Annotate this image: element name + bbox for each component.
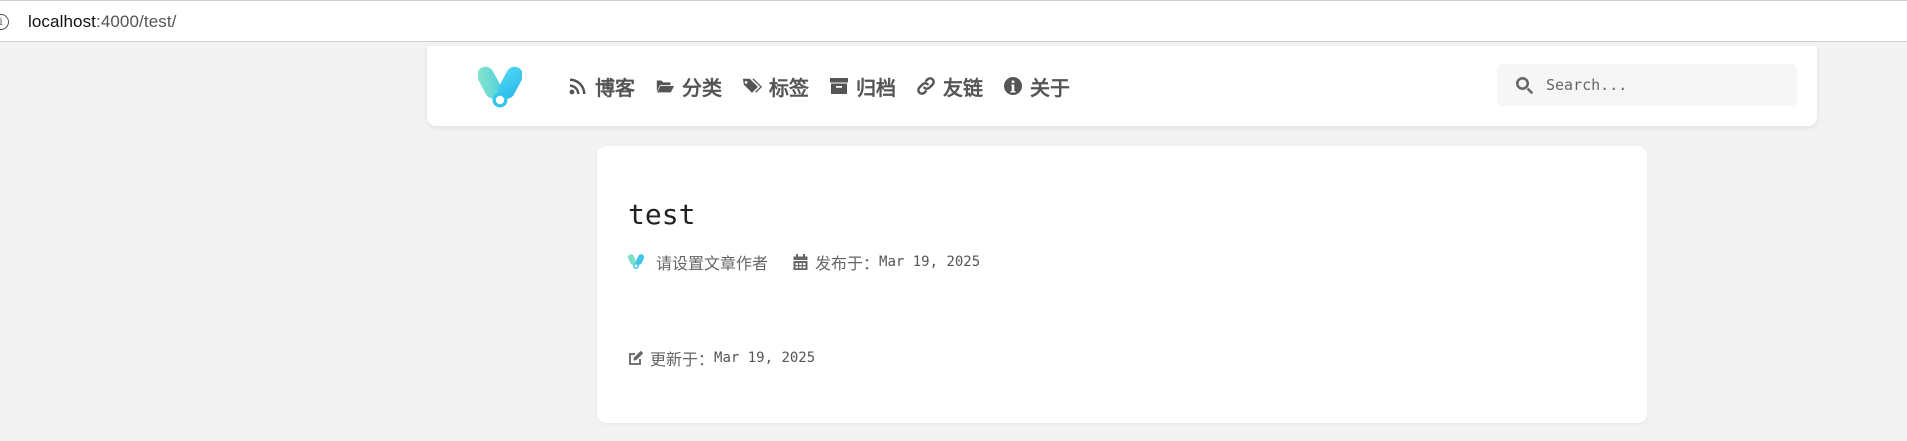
main-nav: 博客 分类 标签 归档 友链 关于 <box>568 46 1090 126</box>
url-host: localhost <box>28 12 96 31</box>
published-label: 发布于： <box>815 254 880 273</box>
author-avatar-icon <box>628 254 644 269</box>
archive-icon <box>830 78 848 94</box>
published-date: Mar 19, 2025 <box>879 254 981 270</box>
nav-item-categories[interactable]: 分类 <box>655 72 722 101</box>
nav-label-tags: 标签 <box>769 75 809 100</box>
updated-date: Mar 19, 2025 <box>714 350 816 366</box>
nav-label-blog: 博客 <box>595 75 635 100</box>
post-author: 请设置文章作者 <box>628 250 768 274</box>
info-circle-icon <box>1004 77 1023 95</box>
link-icon <box>917 77 935 95</box>
site-logo-icon[interactable] <box>478 66 522 110</box>
rss-icon <box>569 78 586 95</box>
nav-label-categories: 分类 <box>682 75 722 100</box>
post-card: test 请设置文章作者 发布于： Mar 19, 2025 更新于： Mar … <box>597 146 1647 423</box>
browser-address-bar[interactable]: i localhost:4000/test/ <box>0 0 1907 42</box>
nav-label-about: 关于 <box>1030 75 1070 100</box>
url-text[interactable]: localhost:4000/test/ <box>28 12 177 32</box>
tags-icon <box>742 78 762 93</box>
nav-label-archive: 归档 <box>856 75 896 100</box>
nav-item-blog[interactable]: 博客 <box>568 72 635 101</box>
nav-item-about[interactable]: 关于 <box>1003 72 1070 101</box>
search-box[interactable] <box>1497 64 1797 106</box>
search-icon <box>1516 77 1534 95</box>
search-input[interactable] <box>1546 76 1786 94</box>
url-path: :4000/test/ <box>96 12 177 31</box>
nav-item-archive[interactable]: 归档 <box>829 72 896 101</box>
site-header: 博客 分类 标签 归档 友链 关于 Search... <box>427 46 1817 126</box>
folder-open-icon <box>655 80 675 93</box>
post-published: 发布于： Mar 19, 2025 <box>793 250 980 274</box>
nav-item-links[interactable]: 友链 <box>916 72 983 101</box>
nav-label-links: 友链 <box>943 75 983 100</box>
calendar-icon <box>793 254 808 270</box>
post-title[interactable]: test <box>628 198 695 231</box>
updated-label: 更新于： <box>650 350 715 369</box>
post-updated: 更新于： Mar 19, 2025 <box>628 346 815 370</box>
nav-item-tags[interactable]: 标签 <box>742 72 809 101</box>
site-info-icon[interactable]: i <box>0 14 9 30</box>
author-name: 请设置文章作者 <box>656 254 769 273</box>
edit-icon <box>629 350 644 365</box>
